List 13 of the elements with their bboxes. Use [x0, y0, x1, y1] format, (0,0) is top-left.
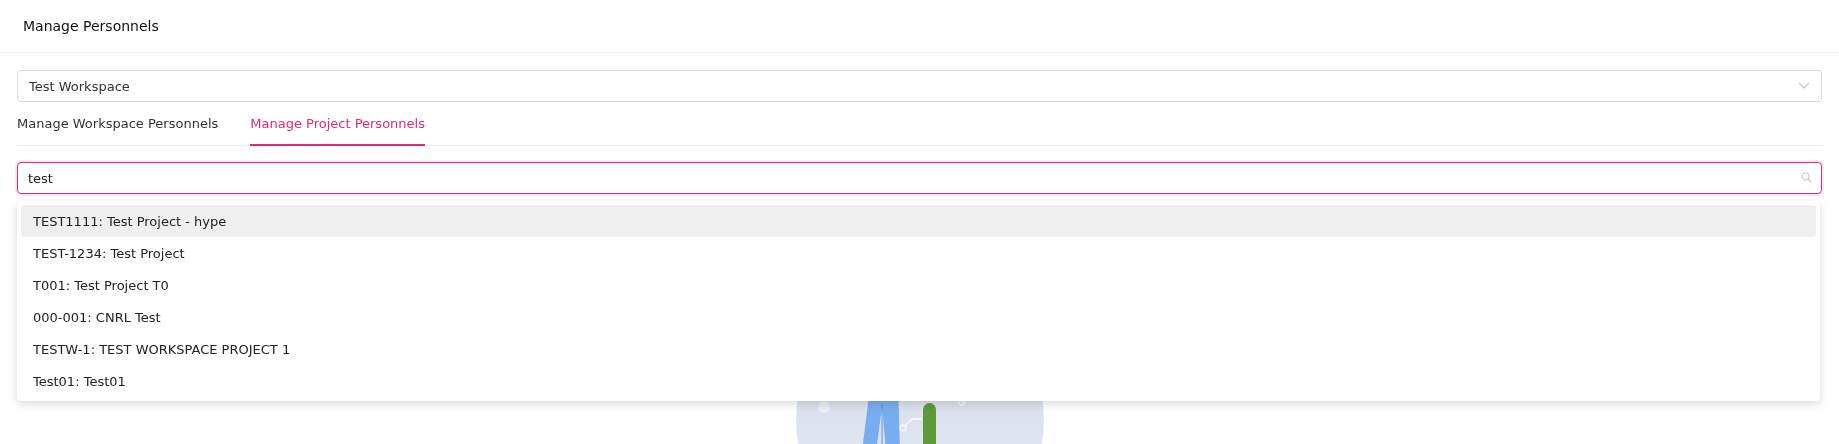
dropdown-option[interactable]: 000-001: CNRL Test	[21, 301, 1816, 333]
workspace-select[interactable]: Test Workspace	[17, 70, 1822, 102]
page-title: Manage Personnels	[23, 18, 159, 34]
dropdown-option[interactable]: TEST1111: Test Project - hype	[21, 205, 1816, 237]
search-field[interactable]: test	[17, 162, 1822, 194]
search-icon	[1801, 172, 1812, 183]
dropdown-option[interactable]: TEST-1234: Test Project	[21, 237, 1816, 269]
tab[interactable]: Manage Project Personnels	[250, 111, 425, 146]
dropdown-option[interactable]: TESTW-1: TEST WORKSPACE PROJECT 1	[21, 333, 1816, 365]
dropdown-option[interactable]: T001: Test Project T0	[21, 269, 1816, 301]
dropdown-option[interactable]: Test01: Test01	[21, 365, 1816, 397]
tab[interactable]: Manage Workspace Personnels	[17, 111, 219, 146]
chevron-down-icon	[1798, 82, 1810, 90]
